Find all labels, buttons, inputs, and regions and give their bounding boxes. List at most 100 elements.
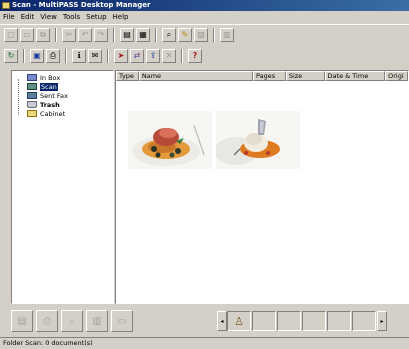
cut-button[interactable]: ✂ xyxy=(62,27,76,42)
open-button[interactable]: ▭ xyxy=(20,27,34,42)
refresh-icon: ↻ xyxy=(7,51,15,60)
print-button-top[interactable]: ⎙ xyxy=(46,49,60,63)
menu-tools[interactable]: Tools xyxy=(63,13,80,21)
rotate-right-button[interactable]: ↷ xyxy=(94,27,108,42)
page-icon: ▥ xyxy=(223,29,231,39)
column-header-pages[interactable]: Pages xyxy=(253,71,286,81)
column-header-size[interactable]: Size xyxy=(285,71,325,81)
export-button[interactable]: ⇪ xyxy=(146,49,160,63)
menu-setup[interactable]: Setup xyxy=(86,13,106,21)
refresh-button[interactable]: ↻ xyxy=(4,49,18,63)
toolbar-separator xyxy=(107,49,109,63)
delete-icon: ✕ xyxy=(165,51,173,60)
open-icon: ▭ xyxy=(23,29,31,39)
export-icon: ⇪ xyxy=(149,51,157,60)
print-button[interactable]: ⎙ xyxy=(36,310,58,332)
menu-file[interactable]: File xyxy=(3,13,15,21)
delete-button[interactable]: ✕ xyxy=(162,49,176,63)
printer-icon: ⎙ xyxy=(43,315,51,327)
tree-item-scan[interactable]: Scan xyxy=(14,82,113,91)
menu-bar: File Edit View Tools Setup Help xyxy=(0,11,409,23)
tree-item-label: Scan xyxy=(40,82,58,91)
food-photo-image xyxy=(128,111,212,169)
fit-page-icon: ▦ xyxy=(139,29,147,39)
document-list[interactable]: Type Name Pages Size Date & Time Origi xyxy=(115,70,409,304)
copy-button-bottom[interactable]: ▥ xyxy=(86,310,108,332)
info-button[interactable]: ℹ xyxy=(72,49,86,63)
copy-button[interactable]: ⧉ xyxy=(36,27,50,42)
toolbar-separator xyxy=(155,27,157,42)
app-icon xyxy=(2,2,10,9)
scan-icon: ▣ xyxy=(33,51,41,60)
status-bar: Folder Scan: 0 document(s) xyxy=(0,337,409,349)
toolbar-separator xyxy=(55,27,57,42)
tray-slot-app[interactable]: ♙ xyxy=(227,311,251,331)
dessert-photo-thumbnail[interactable] xyxy=(216,111,300,169)
rotate-left-button[interactable]: ↶ xyxy=(78,27,92,42)
copy-icon: ⧉ xyxy=(40,29,46,39)
tree-item-label: Sent Fax xyxy=(40,91,68,100)
tree-item-label: In Box xyxy=(40,73,61,82)
zoom-icon: ⌕ xyxy=(166,29,172,39)
menu-edit[interactable]: Edit xyxy=(21,13,35,21)
send-button[interactable]: ➤ xyxy=(114,49,128,63)
trash-icon xyxy=(27,101,37,108)
menu-help[interactable]: Help xyxy=(113,13,129,21)
file-button[interactable]: ▭ xyxy=(111,310,133,332)
toolbar-separator xyxy=(113,27,115,42)
tree-item-cabinet[interactable]: Cabinet xyxy=(14,109,113,118)
tree-item-sent-fax[interactable]: Sent Fax xyxy=(14,91,113,100)
zoom-button[interactable]: ⌕ xyxy=(162,27,176,42)
new-button[interactable]: □ xyxy=(4,27,18,42)
column-header-date[interactable]: Date & Time xyxy=(324,71,386,81)
scan-folder-icon xyxy=(27,83,37,90)
tree-item-label: Trash xyxy=(40,100,60,109)
print-icon: ⎙ xyxy=(49,51,57,60)
list-header: Type Name Pages Size Date & Time Origi xyxy=(116,71,408,81)
column-header-type[interactable]: Type xyxy=(116,71,139,81)
food-photo-thumbnail[interactable] xyxy=(128,111,212,169)
column-header-name[interactable]: Name xyxy=(138,71,254,81)
inbox-icon xyxy=(27,74,37,81)
tree-item-inbox[interactable]: In Box xyxy=(14,73,113,82)
fax-icon: ▤ xyxy=(17,315,27,327)
toolbar-actions: ↻ ▣ ⎙ ℹ ✉ ➤ ⇄ ⇪ ✕ ? xyxy=(0,46,409,66)
tray-slot-empty[interactable] xyxy=(277,311,301,331)
fax-button[interactable]: ▤ xyxy=(11,310,33,332)
help-button[interactable]: ? xyxy=(188,49,202,63)
toolbar-separator xyxy=(65,49,67,63)
title-bar[interactable]: Scan - MultiPASS Desktop Manager xyxy=(0,0,409,11)
mail-icon: ✉ xyxy=(91,51,99,60)
info-icon: ℹ xyxy=(77,51,81,60)
new-icon: □ xyxy=(7,29,15,39)
application-tray: ◂ ♙ ▸ xyxy=(217,310,397,332)
tray-scroll-left[interactable]: ◂ xyxy=(217,311,227,331)
tray-scroll-right[interactable]: ▸ xyxy=(377,311,387,331)
stamp-button[interactable]: ▧ xyxy=(194,27,208,42)
folder-tree[interactable]: In Box Scan Sent Fax Trash Cabinet xyxy=(11,70,114,304)
tray-slot-empty[interactable] xyxy=(252,311,276,331)
magnifier-icon: ⌕ xyxy=(69,315,75,327)
mail-button[interactable]: ✉ xyxy=(88,49,102,63)
view-button[interactable]: ⌕ xyxy=(61,310,83,332)
tree-connector xyxy=(18,79,19,115)
tray-slot-empty[interactable] xyxy=(352,311,376,331)
column-header-origin[interactable]: Origi xyxy=(385,71,408,81)
cabinet-icon xyxy=(27,110,37,117)
toolbar-separator xyxy=(213,27,215,42)
annotate-button[interactable]: ✎ xyxy=(178,27,192,42)
brush-cup-icon: ♙ xyxy=(234,314,244,328)
scan-button[interactable]: ▣ xyxy=(30,49,44,63)
sent-fax-icon xyxy=(27,92,37,99)
app-window: Scan - MultiPASS Desktop Manager File Ed… xyxy=(0,0,409,349)
receive-button[interactable]: ⇄ xyxy=(130,49,144,63)
tree-item-label: Cabinet xyxy=(40,109,66,118)
tree-item-trash[interactable]: Trash xyxy=(14,100,113,109)
fit-page-button[interactable]: ▦ xyxy=(136,27,150,42)
tray-slot-empty[interactable] xyxy=(327,311,351,331)
annotate-icon: ✎ xyxy=(181,29,189,39)
page-button[interactable]: ▥ xyxy=(220,27,234,42)
pages-button[interactable]: ▤ xyxy=(120,27,134,42)
menu-view[interactable]: View xyxy=(40,13,57,21)
tray-slot-empty[interactable] xyxy=(302,311,326,331)
